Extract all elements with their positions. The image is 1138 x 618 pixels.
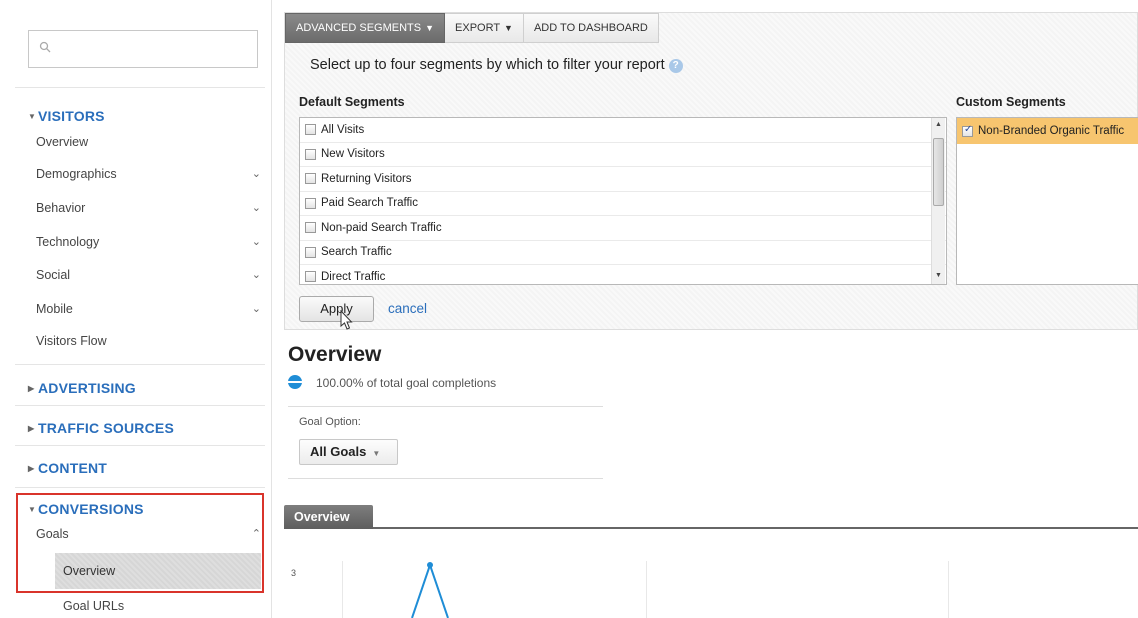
- export-button[interactable]: EXPORT ▼: [445, 13, 524, 43]
- goal-completions-stat: 100.00% of total goal completions: [316, 376, 497, 390]
- divider: [288, 406, 603, 407]
- scroll-thumb[interactable]: [933, 138, 944, 206]
- divider: [288, 478, 603, 479]
- goal-option-dropdown[interactable]: All Goals ▼: [299, 439, 398, 465]
- collapse-arrow-icon: ▼: [28, 112, 37, 121]
- left-sidebar: ▼ VISITORS Overview Demographics ⌄ Behavio…: [0, 0, 272, 618]
- advanced-segments-panel: ADVANCED SEGMENTS ▼ EXPORT ▼ ADD TO DASHBO…: [284, 12, 1138, 330]
- cancel-link[interactable]: cancel: [388, 301, 427, 316]
- sidebar-item-behavior[interactable]: Behavior ⌄: [36, 201, 261, 215]
- segments-scrollbar[interactable]: ▲ ▼: [931, 118, 945, 284]
- expand-arrow-icon: ▶: [28, 424, 35, 433]
- section-content[interactable]: ▶ CONTENT: [28, 460, 107, 476]
- section-traffic-sources[interactable]: ▶ TRAFFIC SOURCES: [28, 420, 174, 436]
- chevron-down-icon: ⌄: [251, 269, 261, 281]
- search-icon: [39, 41, 51, 53]
- sidebar-divider: [15, 364, 265, 365]
- sidebar-divider: [15, 487, 265, 488]
- segments-prompt: Select up to four segments by which to f…: [310, 57, 683, 73]
- custom-segments-title: Custom Segments: [956, 95, 1066, 109]
- segment-option-paid-search[interactable]: Paid Search Traffic: [300, 192, 946, 216]
- sidebar-item-goal-urls[interactable]: Goal URLs: [63, 599, 124, 613]
- chevron-down-icon: ⌄: [251, 202, 261, 214]
- expand-arrow-icon: ▶: [28, 464, 35, 473]
- checkbox[interactable]: [305, 197, 316, 209]
- chart-point[interactable]: [427, 562, 433, 568]
- caret-down-icon: ▼: [372, 449, 381, 458]
- goals-chart: 3: [284, 548, 1138, 618]
- advanced-segments-button[interactable]: ADVANCED SEGMENTS ▼: [285, 13, 446, 43]
- report-toolbar: ADVANCED SEGMENTS ▼ EXPORT ▼ ADD TO DASHBO…: [285, 13, 659, 43]
- segment-option-all-visits[interactable]: All Visits: [300, 118, 946, 143]
- mouse-cursor-icon: [340, 310, 353, 330]
- apply-button[interactable]: Apply: [299, 296, 374, 322]
- sidebar-divider: [15, 445, 265, 446]
- main-content: ADVANCED SEGMENTS ▼ EXPORT ▼ ADD TO DASHBO…: [281, 0, 1138, 618]
- sidebar-divider: [15, 87, 265, 88]
- segment-option-direct-traffic[interactable]: Direct Traffic: [300, 265, 946, 284]
- default-segments-list: All Visits New Visitors Returning Visito…: [299, 117, 947, 285]
- segment-option-non-paid-search[interactable]: Non-paid Search Traffic: [300, 216, 946, 241]
- page-title: Overview: [288, 343, 382, 366]
- segment-option-new-visitors[interactable]: New Visitors: [300, 143, 946, 167]
- help-icon[interactable]: ?: [668, 59, 683, 73]
- add-to-dashboard-button[interactable]: ADD TO DASHBOARD: [523, 13, 659, 43]
- default-segments-title: Default Segments: [299, 95, 405, 109]
- segment-option-search-traffic[interactable]: Search Traffic: [300, 241, 946, 265]
- pie-chart-icon: [288, 375, 302, 389]
- sidebar-divider: [15, 405, 265, 406]
- caret-down-icon: ▼: [425, 23, 435, 33]
- scroll-up-icon[interactable]: ▲: [935, 121, 942, 128]
- sidebar-item-demographics[interactable]: Demographics ⌄: [36, 167, 261, 181]
- chevron-down-icon: ⌄: [251, 236, 261, 248]
- sidebar-item-social[interactable]: Social ⌄: [36, 268, 261, 282]
- section-visitors[interactable]: ▼ VISITORS: [28, 108, 105, 124]
- chart-line: [411, 561, 449, 618]
- checkbox[interactable]: [305, 173, 316, 185]
- sidebar-item-technology[interactable]: Technology ⌄: [36, 235, 261, 249]
- tab-overview[interactable]: Overview: [284, 505, 373, 529]
- checkbox[interactable]: [305, 271, 316, 283]
- expand-arrow-icon: ▶: [28, 384, 35, 393]
- checkbox[interactable]: [305, 148, 316, 160]
- checkbox[interactable]: [305, 222, 316, 234]
- checkbox-checked[interactable]: [962, 124, 973, 137]
- sidebar-item-overview[interactable]: Overview: [36, 135, 261, 149]
- custom-segment-non-branded-organic[interactable]: Non-Branded Organic Traffic: [957, 118, 1138, 144]
- segment-option-returning-visitors[interactable]: Returning Visitors: [300, 167, 946, 192]
- sidebar-item-mobile[interactable]: Mobile ⌄: [36, 302, 261, 316]
- chevron-down-icon: ⌄: [251, 303, 261, 315]
- scroll-down-icon[interactable]: ▼: [935, 272, 942, 279]
- caret-down-icon: ▼: [504, 23, 513, 33]
- chevron-down-icon: ⌄: [251, 168, 261, 180]
- section-advertising[interactable]: ▶ ADVERTISING: [28, 380, 136, 396]
- checkbox[interactable]: [305, 124, 316, 136]
- goal-option-label: Goal Option:: [299, 416, 361, 428]
- search-input[interactable]: [28, 30, 258, 68]
- custom-segments-list: Non-Branded Organic Traffic: [956, 117, 1138, 285]
- checkbox[interactable]: [305, 246, 316, 258]
- annotation-highlight-box: [16, 493, 264, 593]
- sidebar-item-visitors-flow[interactable]: Visitors Flow: [36, 334, 261, 348]
- tab-underline: [284, 527, 1138, 529]
